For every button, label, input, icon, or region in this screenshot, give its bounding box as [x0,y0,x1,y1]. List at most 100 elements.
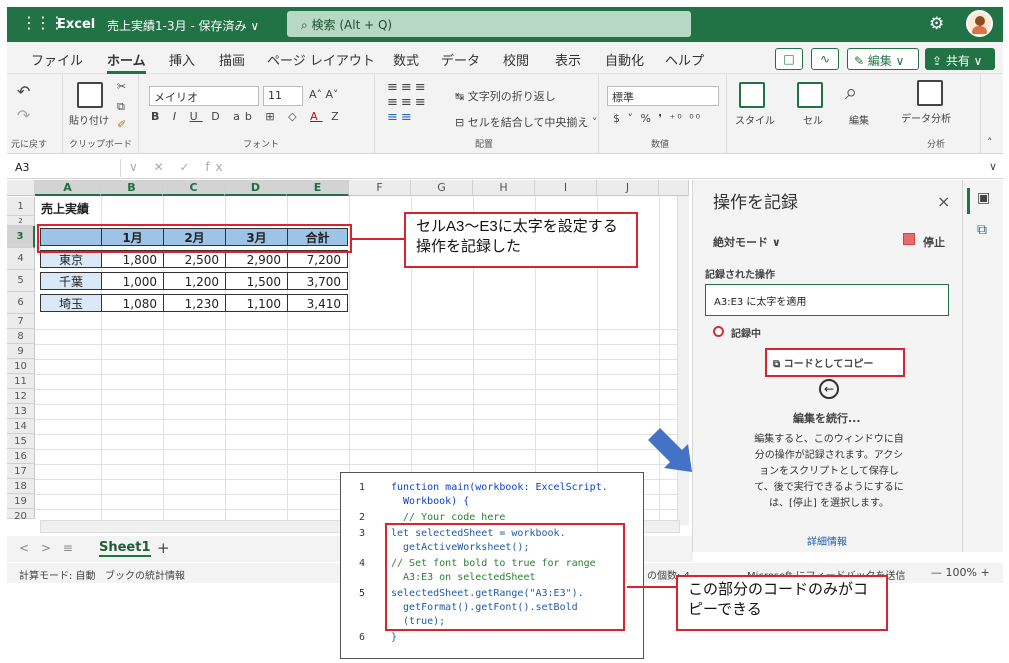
avatar[interactable] [966,10,993,37]
table-row-label[interactable]: 埼玉 [40,294,102,312]
cells-icon[interactable] [797,82,823,108]
row-header[interactable]: 8 [7,329,35,344]
tab-formulas[interactable]: 数式 [393,50,419,69]
table-cell[interactable]: 3,410 [287,294,348,312]
table-cell[interactable]: 1,230 [163,294,226,312]
row-header[interactable]: 10 [7,359,35,374]
column-header[interactable]: I [535,180,597,196]
row-header[interactable]: 12 [7,389,35,404]
column-header[interactable]: C [163,180,225,196]
stop-button[interactable]: 停止 [923,234,945,250]
font-name-dropdown[interactable]: メイリオ [149,86,259,106]
tab-automate[interactable]: 自動化 [605,50,644,69]
tab-file[interactable]: ファイル [31,50,83,69]
table-cell[interactable]: 1,100 [225,294,288,312]
sheet-title-cell[interactable]: 売上実績 [41,200,89,217]
workbook-stats[interactable]: ブックの統計情報 [105,567,185,582]
edit-button[interactable]: 編集 [849,112,869,127]
redo-icon[interactable]: ↷ [17,106,30,125]
add-sheet-button[interactable]: + [157,539,170,557]
column-header[interactable]: B [101,180,163,196]
paste-icon[interactable] [77,82,103,108]
font-grow-icon[interactable]: A˄ A˅ [309,88,339,101]
sheet-tab-sheet1[interactable]: Sheet1 [99,540,151,557]
collapse-ribbon-icon[interactable]: ˄ [987,136,993,149]
row-header[interactable]: 2 [7,216,35,226]
row-header[interactable]: 16 [7,449,35,464]
close-icon[interactable]: × [937,192,950,211]
column-header[interactable]: E [287,180,349,196]
undo-icon[interactable]: ↶ [17,82,30,101]
font-size-dropdown[interactable]: 11 [263,86,303,106]
row-header[interactable]: 5 [7,270,35,292]
styles-icon[interactable] [739,82,765,108]
column-header[interactable]: D [225,180,287,196]
row-header[interactable]: 19 [7,494,35,509]
search-box[interactable]: ⌕ 検索 (Alt + Q) [287,11,691,37]
formula-controls[interactable]: ∨ ✕ ✓ fx [129,160,229,174]
row-header[interactable]: 7 [7,314,35,329]
row-header[interactable]: 20 [7,509,35,522]
format-painter-icon[interactable]: ✐ [117,118,126,131]
back-arrow-icon[interactable]: ← [819,379,839,399]
settings-icon[interactable]: ⚙ [929,14,944,34]
table-row-label[interactable]: 千葉 [40,272,102,290]
reference-mode-dropdown[interactable]: 絶対モード ∨ [713,234,781,250]
copy-as-code-button[interactable]: ⧉ コードとしてコピー [773,355,873,370]
row-header[interactable]: 17 [7,464,35,479]
table-cell[interactable]: 3,700 [287,272,348,290]
number-format-dropdown[interactable]: 標準 [607,86,719,106]
zoom-control[interactable]: — 100% + [931,566,990,579]
merge-center-button[interactable]: ⊟ セルを結合して中央揃え ˅ [455,114,597,130]
tab-data[interactable]: データ [441,50,480,69]
data-analysis-icon[interactable] [917,80,943,106]
table-cell[interactable]: 1,200 [163,272,226,290]
row-header[interactable]: 11 [7,374,35,389]
select-all-corner[interactable] [7,180,35,196]
calc-mode[interactable]: 計算モード: 自動 [19,567,96,582]
sheet-nav[interactable]: < > ≡ [19,541,77,555]
column-header[interactable]: J [597,180,659,196]
share-button[interactable]: ⇪ 共有 ∨ [925,48,995,70]
row-header[interactable]: 14 [7,419,35,434]
expand-formula-icon[interactable]: ∨ [989,160,997,173]
copy-icon[interactable]: ⧉ [117,100,125,114]
column-header[interactable]: G [411,180,473,196]
search-icon[interactable]: ⌕ [845,80,857,105]
name-box[interactable]: A3 [11,159,121,177]
row-header[interactable]: 3 [7,226,35,248]
paste-button[interactable]: 貼り付け [69,112,109,127]
row-header[interactable]: 13 [7,404,35,419]
record-actions-icon[interactable]: ▣ [977,190,990,206]
align-icons[interactable]: ≡≡≡ ≡≡≡ ≡≡ [387,80,429,125]
table-cell[interactable]: 1,000 [101,272,164,290]
learn-more-link[interactable]: 詳細情報 [807,533,847,548]
tab-home[interactable]: ホーム [107,50,146,74]
cut-icon[interactable]: ✂ [117,80,126,93]
tab-draw[interactable]: 描画 [219,50,245,69]
comment-button[interactable]: □ [775,48,803,70]
tab-help[interactable]: ヘルプ [665,50,704,69]
styles-button[interactable]: スタイル [735,112,775,127]
document-title[interactable]: 売上実績1-3月 - 保存済み ∨ [107,17,259,34]
row-header[interactable]: 6 [7,292,35,314]
catchup-button[interactable]: ∿ [811,48,839,70]
row-header[interactable]: 1 [7,197,35,216]
table-cell[interactable]: 1,500 [225,272,288,290]
tab-view[interactable]: 表示 [555,50,581,69]
table-cell[interactable]: 1,080 [101,294,164,312]
number-format-icons[interactable]: $ ˅ % ❜ ⁺⁰ ⁰⁰ [613,112,702,125]
row-header[interactable]: 4 [7,248,35,270]
row-header[interactable]: 15 [7,434,35,449]
stop-icon[interactable] [903,233,915,245]
code-editor-icon[interactable]: ⧉ [977,222,987,238]
font-format-icons[interactable]: B I U D ab ⊞ ◇ A Z [151,110,344,123]
tab-insert[interactable]: 挿入 [169,50,195,69]
column-header[interactable]: H [473,180,535,196]
tab-page-layout[interactable]: ページ レイアウト [267,50,375,69]
column-header[interactable]: F [349,180,411,196]
cells-button[interactable]: セル [803,112,823,127]
wrap-text-button[interactable]: ↹ 文字列の折り返し [455,88,556,104]
data-analysis-button[interactable]: データ分析 [901,110,951,125]
recorded-action-item[interactable]: A3:E3 に太字を適用 [705,284,949,316]
